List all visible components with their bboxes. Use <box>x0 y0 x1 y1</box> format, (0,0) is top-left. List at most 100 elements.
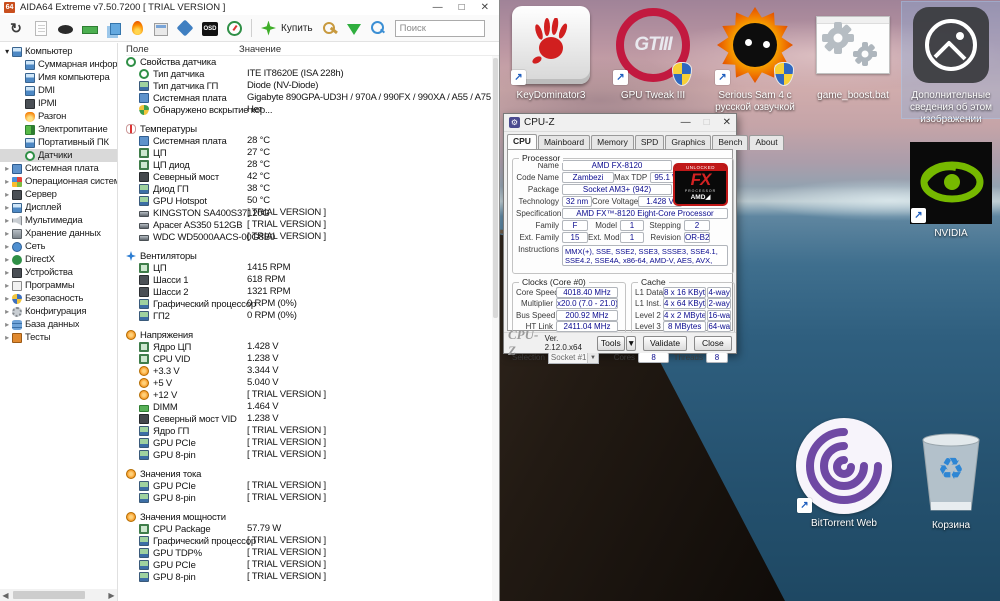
scrollbar-thumb[interactable] <box>493 58 498 318</box>
sensor-row[interactable]: +5 V 5.040 V <box>126 377 499 389</box>
sensor-row[interactable]: Северный мост 42 °C <box>126 171 499 183</box>
chevron-closed-icon[interactable]: ▸ <box>2 190 12 199</box>
sensor-row[interactable]: +3.3 V 3.344 V <box>126 365 499 377</box>
sensor-row[interactable]: GPU TDP% [ TRIAL VERSION ] <box>126 547 499 559</box>
panel-vertical-scrollbar[interactable] <box>492 56 499 601</box>
chevron-closed-icon[interactable]: ▸ <box>2 216 12 225</box>
chevron-closed-icon[interactable]: ▸ <box>2 333 12 342</box>
sidebar-item-17[interactable]: ▸ Устройства <box>0 266 117 279</box>
sensor-row[interactable]: Графический процессор 0 RPM (0%) <box>126 298 499 310</box>
sensor-row[interactable]: DIMM 1.464 V <box>126 401 499 413</box>
sidebar-item-21[interactable]: ▸ База данных <box>0 318 117 331</box>
sensor-row[interactable]: +12 V [ TRIAL VERSION ] <box>126 389 499 401</box>
sensor-section-header[interactable]: Напряжения <box>126 329 499 341</box>
sidebar-item-9[interactable]: ▸ Системная плата <box>0 162 117 175</box>
sensor-row[interactable]: GPU 8-pin [ TRIAL VERSION ] <box>126 449 499 461</box>
chevron-closed-icon[interactable]: ▸ <box>2 281 12 290</box>
desktop-icon-recycle-bin[interactable]: ♻ Корзина <box>902 424 1000 532</box>
sidebar-item-18[interactable]: ▸ Программы <box>0 279 117 292</box>
sidebar-item-20[interactable]: ▸ Конфигурация <box>0 305 117 318</box>
license-key-icon[interactable] <box>322 20 338 36</box>
report-icon[interactable] <box>35 20 47 36</box>
sensor-row[interactable]: GPU PCIe [ TRIAL VERSION ] <box>126 480 499 492</box>
buy-button[interactable]: Купить <box>281 23 313 34</box>
sidebar-item-7[interactable]: Портативный ПК <box>0 136 117 149</box>
tab-cpu[interactable]: CPU <box>507 134 537 149</box>
minimize-button[interactable]: — <box>681 117 691 128</box>
sensor-row[interactable]: Шасси 1 618 RPM <box>126 274 499 286</box>
chevron-open-icon[interactable]: ▾ <box>2 47 12 56</box>
sensor-row[interactable]: ЦП диод 28 °C <box>126 159 499 171</box>
column-header-field[interactable]: Поле <box>126 44 239 55</box>
desktop-icon-serious-sam[interactable]: ↗ Serious Sam 4 с русской озвучкой <box>706 4 804 114</box>
chevron-closed-icon[interactable]: ▸ <box>2 164 12 173</box>
copy-icon[interactable] <box>110 23 121 35</box>
chevron-closed-icon[interactable]: ▸ <box>2 203 12 212</box>
tools-button[interactable]: Tools <box>596 335 626 351</box>
sidebar-item-11[interactable]: ▸ Сервер <box>0 188 117 201</box>
sensor-row[interactable]: KINGSTON SA400S37120G[ TRIAL VERSION ] <box>126 207 499 219</box>
sensor-row[interactable]: Ядро ГП [ TRIAL VERSION ] <box>126 425 499 437</box>
sensor-row[interactable]: ЦП 27 °C <box>126 147 499 159</box>
sensor-row[interactable]: WDC WD5000AACS-00G8B0[ TRIAL VERSION ] <box>126 231 499 243</box>
sidebar-item-6[interactable]: Электропитание <box>0 123 117 136</box>
remote-icon[interactable] <box>176 19 194 37</box>
sensor-row[interactable]: GPU 8-pin [ TRIAL VERSION ] <box>126 492 499 504</box>
sensor-row[interactable]: Шасси 2 1321 RPM <box>126 286 499 298</box>
scroll-left-icon[interactable]: ◀ <box>0 591 11 600</box>
sensor-row[interactable]: GPU PCIe [ TRIAL VERSION ] <box>126 559 499 571</box>
sidebar-item-22[interactable]: ▸ Тесты <box>0 331 117 344</box>
close-button[interactable]: ✕ <box>481 2 489 13</box>
sensor-row[interactable]: Ядро ЦП 1.428 V <box>126 341 499 353</box>
burn-in-icon[interactable] <box>132 21 143 35</box>
sensor-row[interactable]: Диод ГП 38 °C <box>126 183 499 195</box>
tab-spd[interactable]: SPD <box>634 135 665 150</box>
desktop-icon-gpu-tweak[interactable]: GTIII ↗ GPU Tweak III <box>604 4 702 102</box>
chevron-closed-icon[interactable]: ▸ <box>2 320 12 329</box>
sidebar-item-1[interactable]: Суммарная информация <box>0 58 117 71</box>
chevron-down-icon[interactable]: ▼ <box>586 352 598 363</box>
sensor-row[interactable]: ЦП 1415 RPM <box>126 262 499 274</box>
sidebar-item-12[interactable]: ▸ Дисплей <box>0 201 117 214</box>
sidebar-item-10[interactable]: ▸ Операционная система <box>0 175 117 188</box>
search-input[interactable] <box>394 19 485 37</box>
maximize-button[interactable]: □ <box>459 2 465 13</box>
chevron-closed-icon[interactable]: ▸ <box>2 268 12 277</box>
chevron-closed-icon[interactable]: ▸ <box>2 255 12 264</box>
sensor-row[interactable]: ГП2 0 RPM (0%) <box>126 310 499 322</box>
search-icon[interactable] <box>370 20 386 36</box>
sidebar-item-2[interactable]: Имя компьютера <box>0 71 117 84</box>
sensor-row[interactable]: GPU 8-pin [ TRIAL VERSION ] <box>126 571 499 583</box>
scroll-right-icon[interactable]: ▶ <box>106 591 117 600</box>
sidebar-item-0[interactable]: ▾ Компьютер <box>0 45 117 58</box>
sensor-row[interactable]: CPU VID 1.238 V <box>126 353 499 365</box>
sensor-row[interactable]: CPU Package 57.79 W <box>126 523 499 535</box>
sidebar-item-16[interactable]: ▸ DirectX <box>0 253 117 266</box>
desktop-icon-spotlight-info[interactable]: Дополнительные сведения об этом изображе… <box>901 1 1000 125</box>
sensor-section-header[interactable]: Значения мощности <box>126 511 499 523</box>
validate-button[interactable]: Validate <box>643 335 687 351</box>
close-button[interactable]: ✕ <box>723 117 731 128</box>
chevron-closed-icon[interactable]: ▸ <box>2 294 12 303</box>
sidebar-item-14[interactable]: ▸ Хранение данных <box>0 227 117 240</box>
sidebar-item-15[interactable]: ▸ Сеть <box>0 240 117 253</box>
desktop-icon-game-boost[interactable]: game_boost.bat <box>804 4 902 102</box>
tree-horizontal-scrollbar[interactable]: ◀ ▶ <box>0 589 117 601</box>
sensor-section-header[interactable]: Свойства датчика <box>126 56 499 68</box>
tab-about[interactable]: About <box>749 135 784 150</box>
chevron-closed-icon[interactable]: ▸ <box>2 177 12 186</box>
chevron-closed-icon[interactable]: ▸ <box>2 307 12 316</box>
sidebar-item-8[interactable]: Датчики <box>0 149 117 162</box>
sensor-row[interactable]: Системная плата Gigabyte 890GPA-UD3H / 97… <box>126 92 499 104</box>
sensor-row[interactable]: Графический процессор[ TRIAL VERSION ] <box>126 535 499 547</box>
download-arrow-icon[interactable] <box>346 24 361 35</box>
sensor-row[interactable]: Обнаружено вскрытие кор... Нет <box>126 104 499 116</box>
tab-bench[interactable]: Bench <box>712 135 749 150</box>
minimize-button[interactable]: — <box>433 2 443 13</box>
sensor-row[interactable]: Северный мост VID 1.238 V <box>126 413 499 425</box>
sensor-section-header[interactable]: Значения тока <box>126 468 499 480</box>
osd-icon[interactable]: OSD <box>202 21 218 36</box>
sidebar-item-4[interactable]: IPMI <box>0 97 117 110</box>
sidebar-item-3[interactable]: DMI <box>0 84 117 97</box>
sensor-row[interactable]: Тип датчика ГП Diode (NV-Diode) <box>126 80 499 92</box>
